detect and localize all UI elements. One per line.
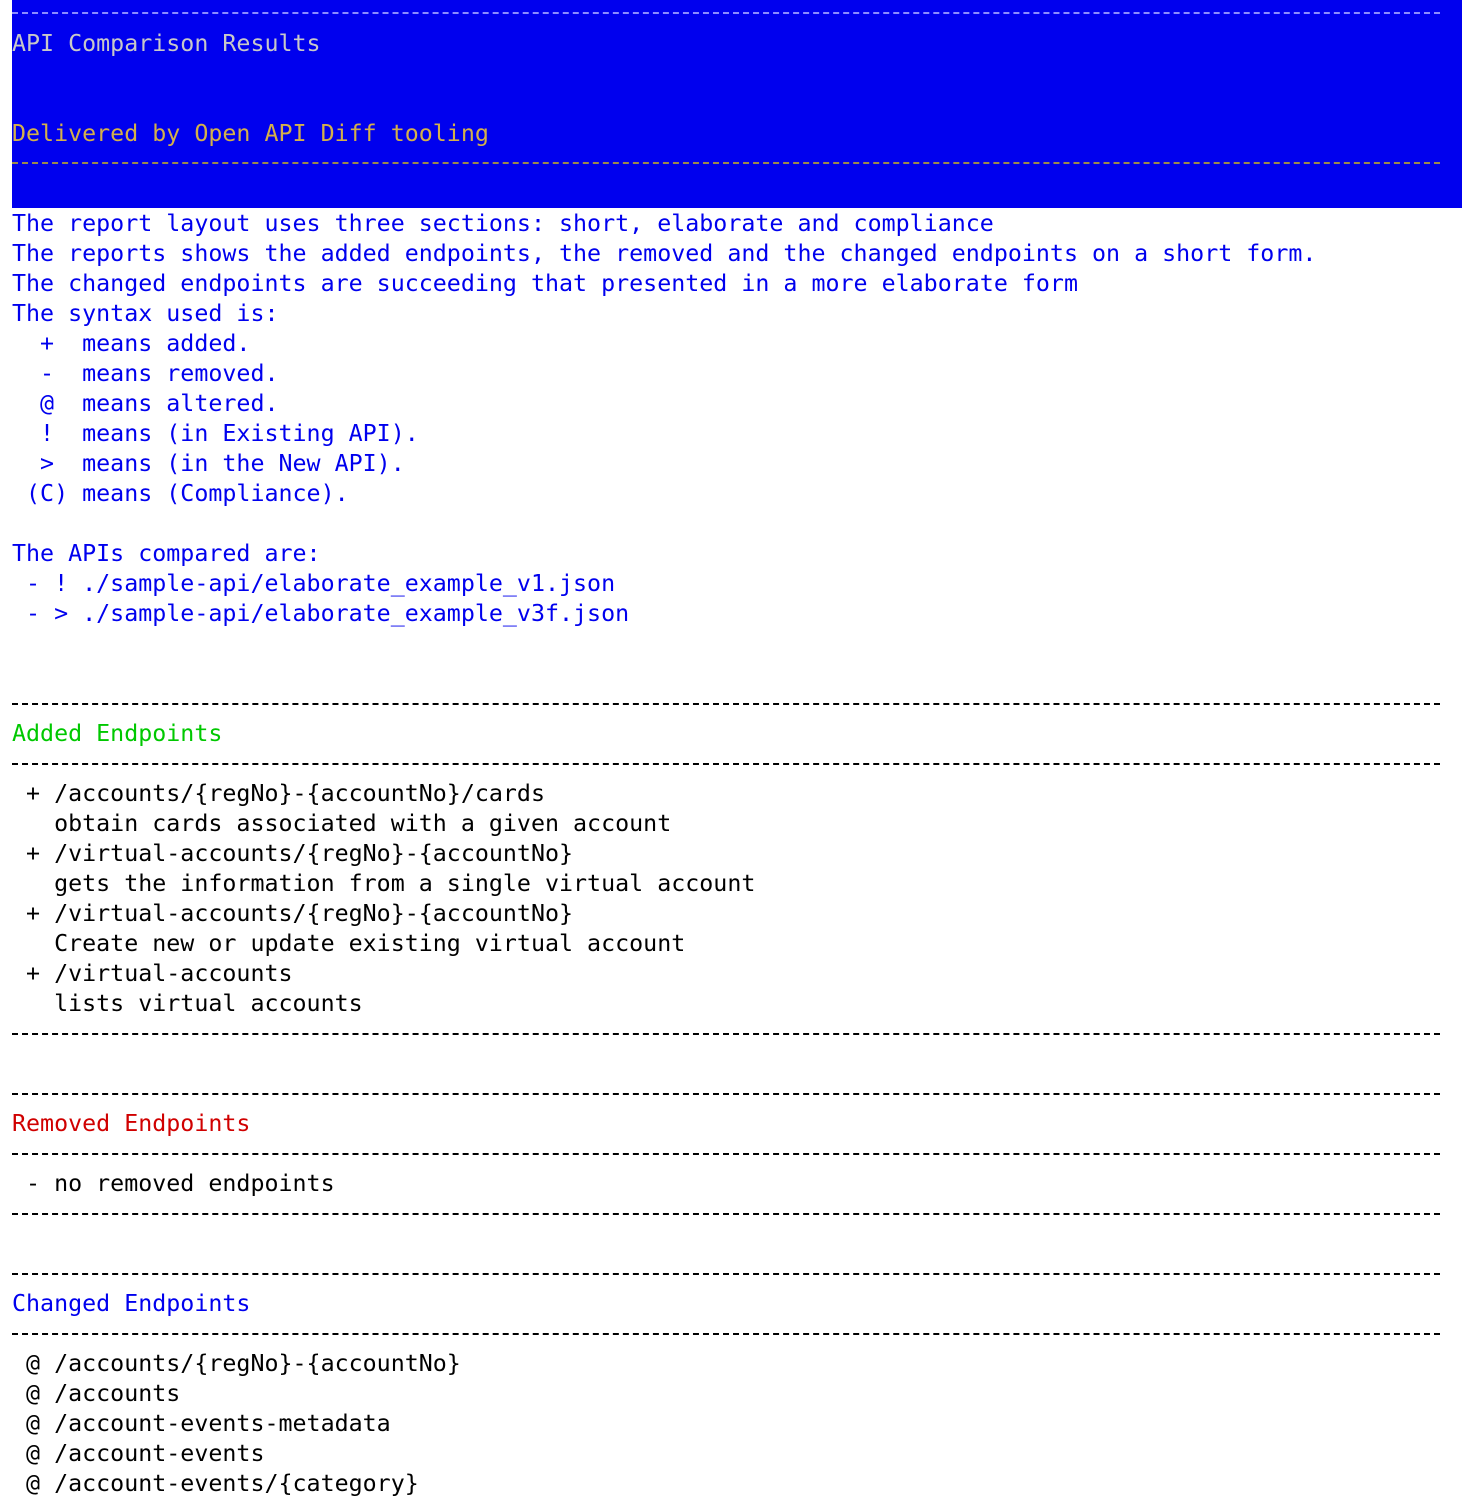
section-rule [12,763,1440,765]
banner-bottom-rule [12,162,1440,164]
section-rule [12,1033,1440,1035]
added-endpoint-path: + /virtual-accounts [12,960,293,987]
changed-endpoints-heading: Changed Endpoints [12,1290,251,1317]
removed-endpoints-heading: Removed Endpoints [12,1110,251,1137]
api-new-path: - > ./sample-api/elaborate_example_v3f.j… [12,600,630,627]
added-endpoint-path: + /virtual-accounts/{regNo}-{accountNo} [12,900,574,927]
removed-endpoint-item: - no removed endpoints [12,1170,335,1197]
legend-compliance: (C) means (Compliance). [12,480,349,507]
section-rule [12,1273,1440,1275]
intro-line: The report layout uses three sections: s… [12,210,994,237]
added-endpoint-path: + /accounts/{regNo}-{accountNo}/cards [12,780,545,807]
changed-endpoint-path: @ /accounts [12,1380,181,1407]
changed-endpoint-path: @ /account-events-metadata [12,1410,391,1437]
report-title: API Comparison Results [12,30,321,57]
added-endpoint-description: lists virtual accounts [12,990,363,1017]
legend-added: + means added. [12,330,251,357]
added-endpoint-path: + /virtual-accounts/{regNo}-{accountNo} [12,840,574,867]
changed-endpoint-path: @ /account-events [12,1440,265,1467]
changed-endpoint-path: @ /account-events/{category} [12,1470,419,1497]
added-endpoint-description: obtain cards associated with a given acc… [12,810,672,837]
legend-new-api: > means (in the New API). [12,450,405,477]
legend-altered: @ means altered. [12,390,279,417]
intro-line: The changed endpoints are succeeding tha… [12,270,1078,297]
changed-endpoint-path: @ /accounts/{regNo}-{accountNo} [12,1350,461,1377]
added-endpoint-description: gets the information from a single virtu… [12,870,756,897]
report-subtitle: Delivered by Open API Diff tooling [12,120,489,147]
syntax-heading: The syntax used is: [12,300,279,327]
section-rule [12,1213,1440,1215]
section-rule [12,1333,1440,1335]
apis-heading: The APIs compared are: [12,540,321,567]
api-existing-path: - ! ./sample-api/elaborate_example_v1.js… [12,570,616,597]
added-endpoints-heading: Added Endpoints [12,720,223,747]
intro-line: The reports shows the added endpoints, t… [12,240,1317,267]
section-rule [12,1093,1440,1095]
added-endpoint-description: Create new or update existing virtual ac… [12,930,686,957]
section-rule [12,1153,1440,1155]
banner-top-rule [12,12,1440,14]
section-rule [12,703,1440,705]
legend-removed: - means removed. [12,360,279,387]
legend-existing-api: ! means (in Existing API). [12,420,419,447]
